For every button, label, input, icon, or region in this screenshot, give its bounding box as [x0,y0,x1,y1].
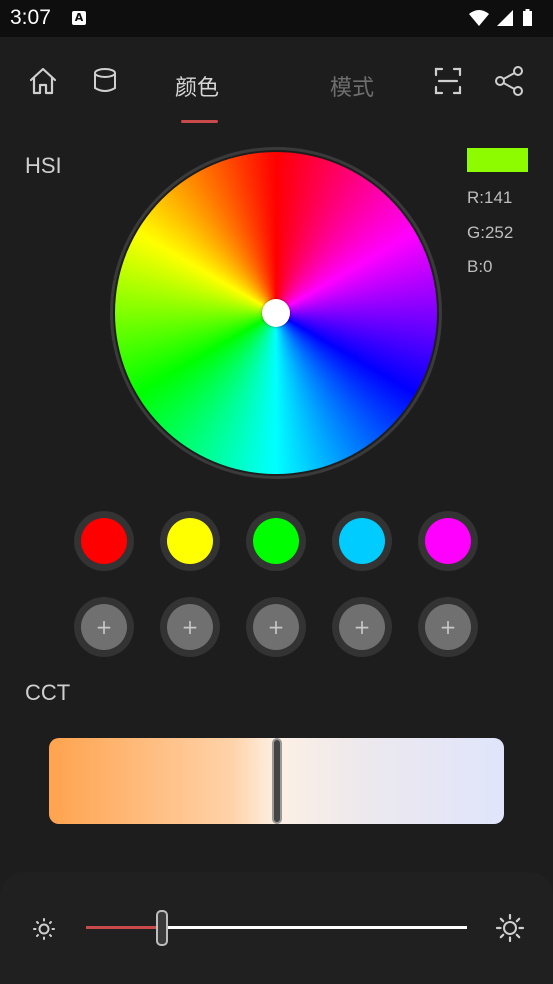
a-icon: A [72,11,86,25]
preset-color-green[interactable] [246,511,306,571]
status-bar: 3:07 A [0,0,553,37]
preset-dot [339,518,385,564]
tab-mode[interactable]: 模式 [330,70,374,102]
home-icon[interactable] [25,63,61,99]
brightness-slider-fill [86,926,163,929]
scan-icon[interactable] [430,63,466,99]
selected-color-swatch [467,148,528,172]
preset-dot [81,518,127,564]
plus-icon: + [253,604,299,650]
preset-dot [425,518,471,564]
lamp-icon[interactable] [87,63,123,99]
cct-label: CCT [25,680,71,705]
add-custom-color-button[interactable]: + [160,597,220,657]
status-time: 3:07 [10,6,51,29]
add-custom-color-button[interactable]: + [332,597,392,657]
add-custom-color-button[interactable]: + [246,597,306,657]
color-wheel-knob[interactable] [262,299,290,327]
preset-color-cyan[interactable] [332,511,392,571]
rgb-blue-value: B:0 [467,257,493,276]
preset-color-yellow[interactable] [160,511,220,571]
share-icon[interactable] [491,63,527,99]
add-custom-color-button[interactable]: + [74,597,134,657]
preset-dot [167,518,213,564]
preset-color-magenta[interactable] [418,511,478,571]
hsi-label: HSI [25,153,62,178]
battery-icon [523,9,532,26]
rgb-red-value: R:141 [467,188,513,207]
tab-color[interactable]: 颜色 [175,70,219,102]
status-icons [467,8,543,28]
wifi-icon [469,10,489,26]
preset-color-red[interactable] [74,511,134,571]
preset-dot [253,518,299,564]
plus-icon: + [425,604,471,650]
add-custom-color-button[interactable]: + [418,597,478,657]
plus-icon: + [167,604,213,650]
sun-small-icon [29,914,59,944]
color-wheel[interactable] [110,147,442,479]
signal-icon [497,10,513,26]
sun-large-icon [495,913,525,943]
plus-icon: + [81,604,127,650]
rgb-green-value: G:252 [467,223,514,242]
cct-slider-handle[interactable] [271,738,282,824]
active-tab-indicator [181,120,218,123]
plus-icon: + [339,604,385,650]
brightness-slider-thumb[interactable] [156,910,169,946]
